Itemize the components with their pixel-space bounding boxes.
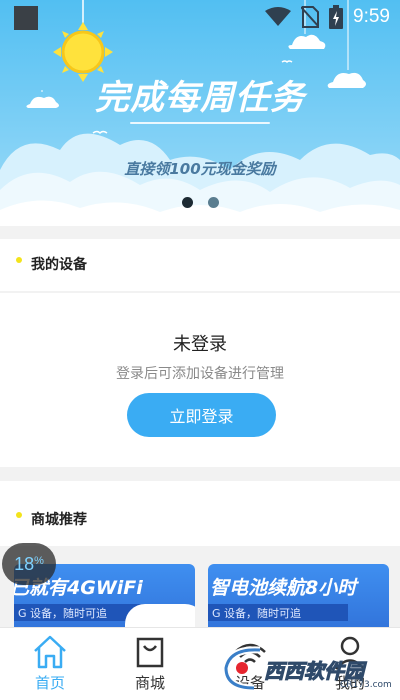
- promo-headline: 智电池续航8小时: [210, 577, 357, 599]
- promo-subline-bar: G 设备，随时可追: [208, 604, 348, 621]
- status-icons: 9:59: [265, 3, 390, 31]
- shop-recommendations: 已就有4GWiFi G 设备，随时可追 智电池续航8小时 G 设备，随时可追: [0, 547, 400, 627]
- banner-subtitle: 直接领100元现金奖励: [124, 160, 276, 178]
- section-dot-icon: [16, 257, 22, 263]
- devices-panel: 未登录 登录后可添加设备进行管理 立即登录: [0, 293, 400, 467]
- banner-divider: [130, 122, 270, 124]
- carousel-dot-active[interactable]: [181, 197, 193, 208]
- shopping-bag-icon: [136, 637, 164, 668]
- status-bar: 9:59: [0, 0, 400, 34]
- devices-section-header: 我的设备: [0, 239, 400, 291]
- wifi-icon: [265, 7, 292, 26]
- battery-charging-icon: [329, 5, 344, 29]
- login-button[interactable]: 立即登录: [127, 393, 276, 437]
- login-status: 未登录: [173, 334, 227, 355]
- nav-label: 商城: [134, 674, 165, 692]
- nav-item-home[interactable]: 首页: [0, 628, 100, 700]
- home-icon: [34, 635, 66, 669]
- product-image: [125, 604, 195, 627]
- nav-item-shop[interactable]: 商城: [100, 628, 200, 700]
- carousel-indicator: [0, 197, 400, 208]
- promo-subline: G 设备，随时可追: [18, 607, 108, 620]
- progress-unit: %: [34, 555, 44, 567]
- progress-value: 18: [14, 553, 35, 574]
- section-dot-icon: [16, 512, 22, 518]
- promo-card[interactable]: 智电池续航8小时 G 设备，随时可追: [208, 564, 389, 627]
- no-sim-icon: [301, 6, 320, 28]
- shop-section-header: 商城推荐: [0, 481, 400, 546]
- progress-bubble[interactable]: 18%: [2, 543, 56, 585]
- site-watermark: 西西软件园 CR173.com: [220, 640, 398, 696]
- promo-subline: G 设备，随时可追: [212, 607, 302, 620]
- section-title: 我的设备: [31, 257, 87, 273]
- clock: 9:59: [353, 6, 390, 27]
- banner-title: 完成每周任务: [95, 78, 305, 118]
- nav-label: 首页: [34, 674, 65, 692]
- watermark-domain: CR173.com: [340, 680, 392, 690]
- section-title: 商城推荐: [31, 512, 87, 528]
- login-hint: 登录后可添加设备进行管理: [116, 366, 284, 382]
- app-square-icon: [14, 6, 38, 30]
- carousel-dot[interactable]: [207, 197, 219, 208]
